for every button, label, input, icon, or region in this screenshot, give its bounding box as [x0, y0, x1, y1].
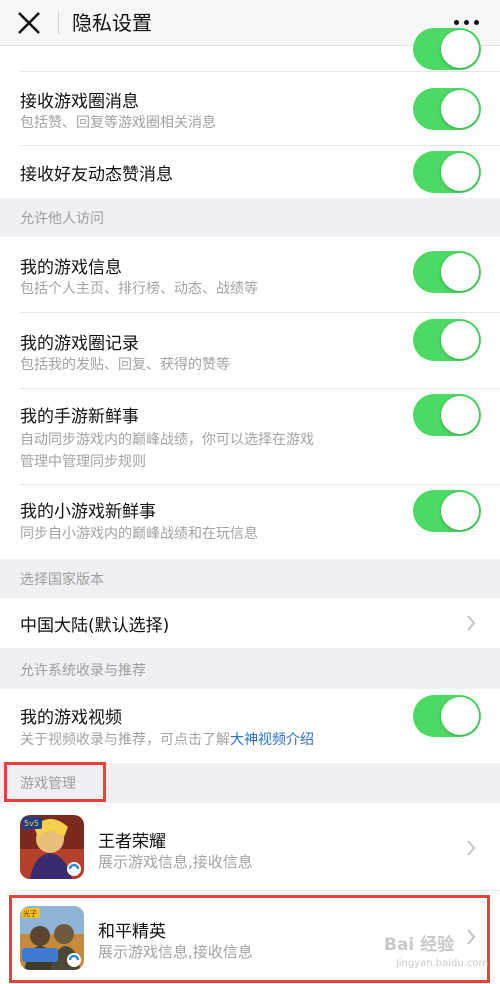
video-intro-link[interactable]: 大神视频介绍	[230, 732, 314, 748]
section-header-allow-visit: 允许他人访问	[20, 211, 104, 227]
section-header-country-version: 选择国家版本	[20, 572, 104, 588]
page-title: 隐私设置	[72, 11, 152, 35]
setting-desc: 同步自小游戏内的巅峰战绩和在玩信息	[20, 526, 258, 542]
setting-desc-line1: 自动同步游戏内的巅峰战绩，你可以选择在游戏	[20, 432, 314, 448]
game-desc: 展示游戏信息,接收信息	[98, 853, 253, 871]
close-icon[interactable]	[16, 10, 42, 36]
mobile-news-toggle[interactable]	[413, 394, 481, 436]
game-row[interactable]: 5v5 王者荣耀 展示游戏信息,接收信息	[0, 803, 500, 891]
setting-row-game-info: 我的游戏信息 包括个人主页、排行榜、动态、战绩等	[0, 237, 500, 313]
chevron-right-icon	[467, 840, 476, 856]
partial-toggle[interactable]	[413, 28, 481, 70]
video-desc-prefix: 关于视频收录与推荐，可点击了解	[20, 732, 230, 748]
circle-messages-toggle[interactable]	[413, 88, 481, 130]
setting-desc: 包括个人主页、排行榜、动态、战绩等	[20, 281, 258, 297]
setting-title: 我的小游戏新鲜事	[20, 502, 156, 522]
header-divider	[58, 12, 59, 34]
setting-row-mobile-news: 我的手游新鲜事 自动同步游戏内的巅峰战绩，你可以选择在游戏 管理中管理同步规则	[0, 389, 500, 485]
setting-desc: 关于视频收录与推荐，可点击了解大神视频介绍	[20, 729, 314, 751]
game-badge: 5v5	[24, 819, 39, 828]
setting-title: 接收好友动态赞消息	[20, 165, 173, 185]
chevron-right-icon	[467, 615, 476, 631]
setting-row-circle-messages: 接收游戏圈消息 包括赞、回复等游戏圈相关消息	[0, 72, 500, 146]
setting-row-game-video: 我的游戏视频 关于视频收录与推荐，可点击了解大神视频介绍	[0, 689, 500, 763]
setting-title: 我的手游新鲜事	[20, 407, 139, 427]
friend-likes-toggle[interactable]	[413, 151, 481, 193]
setting-desc-line2: 管理中管理同步规则	[20, 454, 146, 470]
setting-title: 我的游戏圈记录	[20, 334, 139, 354]
honor-of-kings-icon: 5v5	[20, 815, 84, 879]
setting-title: 接收游戏圈消息	[20, 92, 139, 112]
game-title: 王者荣耀	[98, 832, 166, 852]
circle-records-toggle[interactable]	[413, 319, 481, 361]
setting-row-circle-records: 我的游戏圈记录 包括我的发贴、回复、获得的赞等	[0, 313, 500, 389]
section-header-system-recommend: 允许系统收录与推荐	[20, 663, 146, 679]
setting-row-friend-likes: 接收好友动态赞消息	[0, 146, 500, 198]
setting-desc: 包括我的发贴、回复、获得的赞等	[20, 357, 230, 373]
watermark-url: jingyan.baidu.com	[396, 958, 489, 969]
country-label: 中国大陆(默认选择)	[20, 616, 170, 636]
setting-row-country[interactable]: 中国大陆(默认选择)	[0, 598, 500, 648]
mini-game-news-toggle[interactable]	[413, 490, 481, 532]
watermark-logo: Bai 经验	[384, 935, 455, 955]
setting-title: 我的游戏信息	[20, 258, 122, 278]
game-info-toggle[interactable]	[413, 251, 481, 293]
setting-title: 我的游戏视频	[20, 708, 122, 728]
game-video-toggle[interactable]	[413, 695, 481, 737]
setting-row-mini-game-news: 我的小游戏新鲜事 同步自小游戏内的巅峰战绩和在玩信息	[0, 485, 500, 559]
setting-desc: 包括赞、回复等游戏圈相关消息	[20, 115, 216, 131]
partial-setting-row	[0, 28, 500, 72]
more-options-icon[interactable]	[454, 20, 480, 26]
highlight-box-section	[4, 762, 106, 802]
